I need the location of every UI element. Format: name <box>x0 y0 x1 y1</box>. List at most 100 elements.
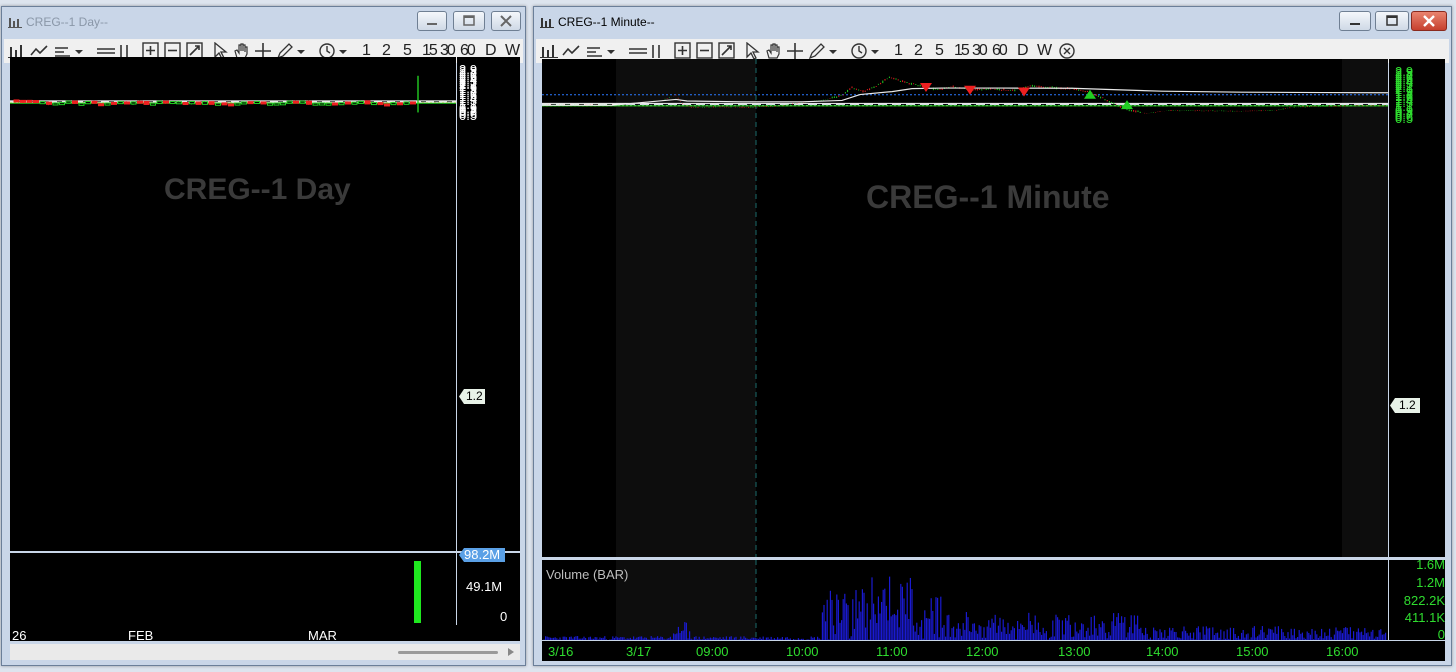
window-title: CREG--1 Day-- <box>26 15 109 29</box>
candle <box>169 101 176 105</box>
candle <box>182 102 189 106</box>
chart-icon[interactable] <box>540 43 558 59</box>
candle <box>312 102 319 106</box>
candle <box>195 101 202 105</box>
hand-icon[interactable] <box>764 42 782 60</box>
candle <box>254 100 260 104</box>
candle <box>59 102 65 106</box>
price-tick-label: 0.5 <box>459 108 478 124</box>
volume-axis-mid: 49.1M <box>466 579 503 594</box>
maximize-button[interactable] <box>1375 11 1409 31</box>
close-button[interactable] <box>1411 11 1447 31</box>
candle <box>208 101 215 105</box>
candle <box>241 101 247 105</box>
candle <box>78 102 85 106</box>
candle <box>130 101 137 105</box>
interval-1[interactable]: 1 <box>894 41 903 61</box>
interval-2[interactable]: 2 <box>914 41 923 61</box>
minute-volume-bars <box>543 560 1387 640</box>
minimize-button[interactable] <box>417 11 447 31</box>
candle <box>319 102 325 106</box>
candle <box>26 99 33 103</box>
candle <box>13 99 20 103</box>
dropdown-icon[interactable] <box>870 43 880 59</box>
candle <box>345 101 351 105</box>
candle <box>364 100 371 105</box>
volume-axis-label: 0 <box>1437 627 1445 642</box>
date-label: 10:00 <box>786 644 819 659</box>
zoom-in-icon[interactable] <box>674 42 692 60</box>
clock-icon[interactable] <box>850 42 868 60</box>
afterhours-shade <box>1342 59 1388 557</box>
price-tag: 1.2 <box>1390 398 1420 413</box>
title-bar[interactable]: CREG--1 Minute-- <box>534 7 1451 37</box>
candle <box>293 100 299 104</box>
candle <box>189 101 195 105</box>
candle <box>397 102 403 106</box>
minute-chart-window: CREG--1 Minute-- 1 2 5 15 30 60 D W CREG… <box>533 6 1452 666</box>
date-label: 3/17 <box>626 644 652 659</box>
indicator-icon[interactable] <box>586 43 604 59</box>
candle <box>52 102 59 106</box>
scrollbar-thumb[interactable] <box>398 651 498 654</box>
maximize-button[interactable] <box>453 11 485 31</box>
line-chart-icon[interactable] <box>562 43 580 59</box>
candle <box>403 101 410 105</box>
date-label: 13:00 <box>1058 644 1091 659</box>
candle <box>202 101 208 105</box>
zoom-out-icon[interactable] <box>696 42 714 60</box>
vertical-line-icon[interactable] <box>650 43 662 59</box>
pencil-icon[interactable] <box>808 42 826 60</box>
candle <box>384 103 390 107</box>
candle <box>267 102 273 106</box>
interval-15[interactable]: 15 <box>954 41 970 61</box>
candle <box>215 102 221 106</box>
candle <box>20 99 26 103</box>
minimize-icon <box>1350 23 1360 25</box>
horizontal-line-icon[interactable] <box>628 43 648 59</box>
title-bar[interactable]: CREG--1 Day-- <box>2 7 525 37</box>
minimize-button[interactable] <box>1339 11 1371 31</box>
crosshair-icon[interactable] <box>786 42 804 60</box>
chart-watermark: CREG--1 Minute <box>866 179 1110 215</box>
window-title: CREG--1 Minute-- <box>558 15 655 29</box>
zoom-fit-icon[interactable] <box>718 42 736 60</box>
premarket-shade <box>616 59 756 557</box>
minute-candles <box>542 59 1388 557</box>
candle <box>234 102 241 106</box>
close-button[interactable] <box>491 11 521 31</box>
price-tick-label: 0.5 <box>1395 111 1414 127</box>
candle <box>221 102 228 106</box>
candle <box>410 101 416 105</box>
sell-marker <box>964 85 976 95</box>
scroll-right-icon[interactable] <box>506 647 516 657</box>
date-label: 09:00 <box>696 644 729 659</box>
candle <box>124 101 130 105</box>
dropdown-icon[interactable] <box>828 43 838 59</box>
date-label: 14:00 <box>1146 644 1179 659</box>
interval-5[interactable]: 5 <box>935 41 944 61</box>
interval-30[interactable]: 30 <box>972 41 988 61</box>
cursor-icon[interactable] <box>744 42 760 60</box>
interval-daily[interactable]: D <box>1017 41 1029 61</box>
date-axis: 26 FEB MAR <box>10 625 520 643</box>
interval-60[interactable]: 60 <box>992 41 1008 61</box>
candle <box>325 102 332 106</box>
dropdown-icon[interactable] <box>606 43 616 59</box>
volume-bar <box>414 561 421 623</box>
candle <box>332 102 338 106</box>
candle <box>358 100 364 104</box>
daily-candles <box>10 75 456 113</box>
minimize-icon <box>427 23 437 25</box>
horizontal-scrollbar[interactable] <box>10 644 520 660</box>
close-circle-icon[interactable] <box>1058 42 1076 60</box>
candle <box>85 100 91 105</box>
candle <box>98 103 104 107</box>
date-label: 11:00 <box>876 644 908 659</box>
interval-weekly[interactable]: W <box>1037 41 1052 61</box>
close-icon <box>500 15 512 27</box>
date-label: 26 <box>12 628 27 643</box>
chart-icon <box>540 18 554 28</box>
candle <box>72 100 78 104</box>
chart-watermark: CREG--1 Day <box>164 173 351 206</box>
